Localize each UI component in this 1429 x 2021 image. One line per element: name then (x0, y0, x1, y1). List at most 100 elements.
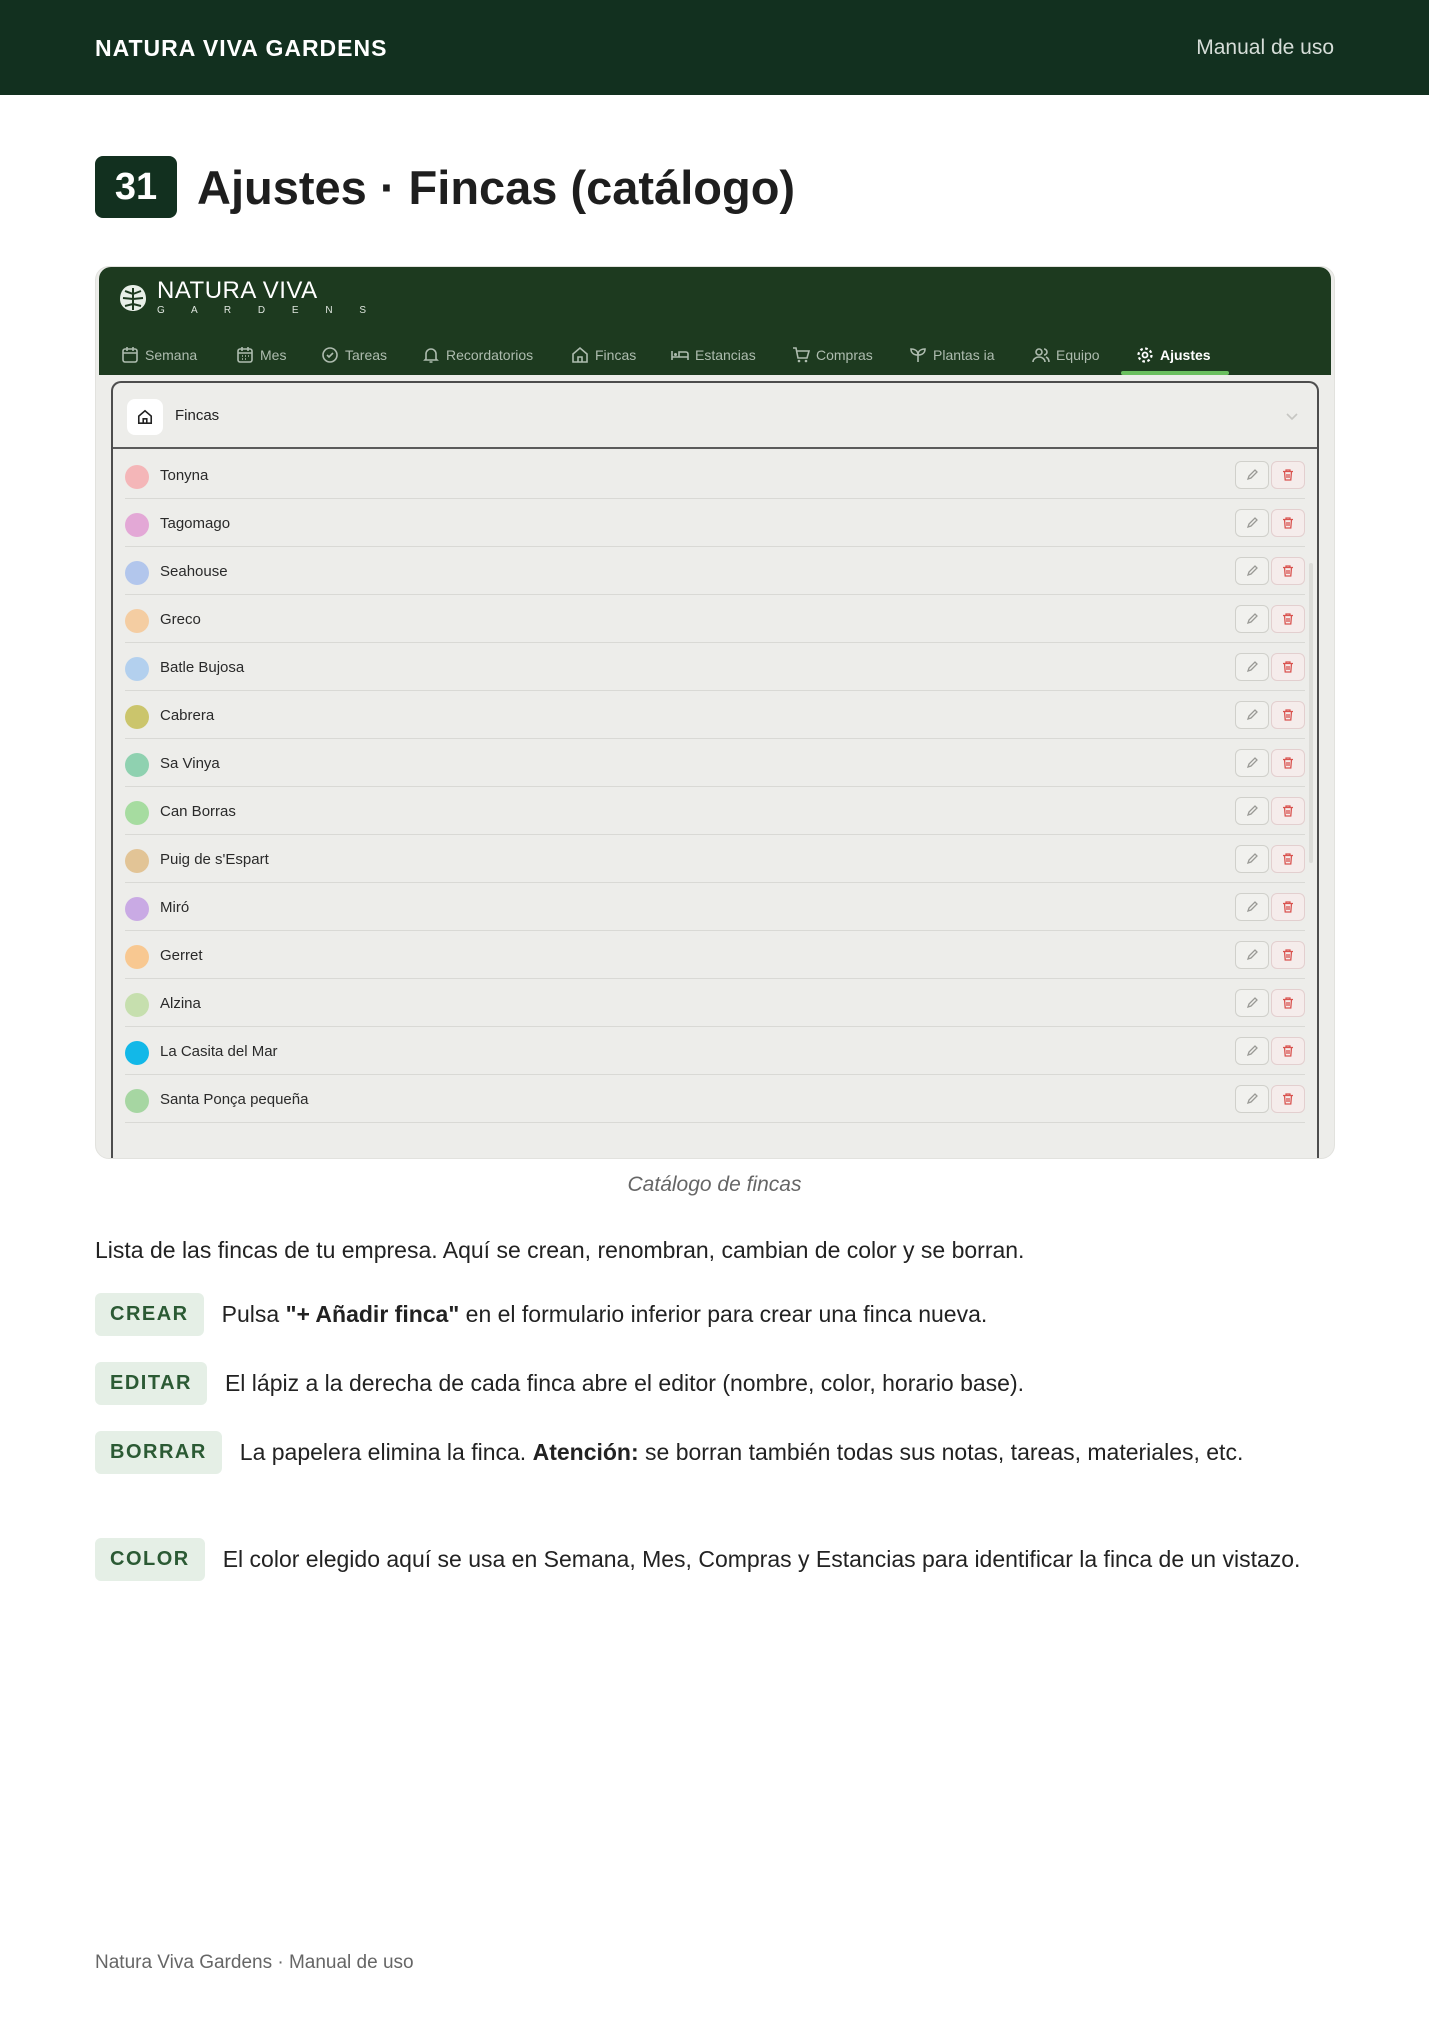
nav-semana[interactable]: Semana (121, 335, 197, 375)
edit-button[interactable] (1235, 701, 1269, 729)
edit-button[interactable] (1235, 461, 1269, 489)
main-nav: Semana Mes Tareas Recordatorios Fincas E… (99, 335, 1331, 375)
finca-name: Sa Vinya (160, 755, 220, 772)
finca-color-dot (125, 1041, 149, 1065)
figure-caption: Catálogo de fincas (627, 1173, 802, 1196)
finca-name: Tagomago (160, 515, 231, 532)
app-logo[interactable]: NATURA VIVA G A R D E N S (117, 279, 378, 316)
edit-button[interactable] (1235, 845, 1269, 873)
edit-button[interactable] (1235, 1037, 1269, 1065)
nav-compras[interactable]: Compras (792, 335, 873, 375)
trash-icon (1281, 804, 1295, 818)
edit-button[interactable] (1235, 557, 1269, 585)
finca-color-dot (125, 465, 149, 489)
delete-button[interactable] (1271, 557, 1305, 585)
brand-title: NATURA VIVA GARDENS (95, 35, 388, 61)
trash-icon (1281, 708, 1295, 722)
delete-button[interactable] (1271, 701, 1305, 729)
borrar-text-before: La papelera elimina la finca. (239, 1439, 533, 1465)
finca-row: La Casita del Mar (125, 1027, 1305, 1075)
finca-row: Greco (125, 595, 1305, 643)
delete-button[interactable] (1271, 797, 1305, 825)
finca-color-dot (125, 753, 149, 777)
intro-paragraph: Lista de las fincas de tu empresa. Aquí … (95, 1237, 1025, 1263)
nav-tareas[interactable]: Tareas (321, 335, 387, 375)
delete-button[interactable] (1271, 605, 1305, 633)
delete-button[interactable] (1271, 941, 1305, 969)
color-tag: COLOR (95, 1538, 205, 1581)
finca-name: Alzina (160, 995, 201, 1012)
finca-color-dot (125, 561, 149, 585)
top-bar: NATURA VIVA GARDENS Manual de uso (0, 0, 1429, 95)
delete-button[interactable] (1271, 893, 1305, 921)
page-title: Ajustes · Fincas (catálogo) (197, 160, 796, 214)
pencil-icon (1245, 1092, 1259, 1106)
cart-icon (793, 347, 810, 363)
pencil-icon (1245, 948, 1259, 962)
nav-label: Plantas ia (933, 347, 995, 363)
bed-icon (671, 351, 689, 360)
users-icon (1032, 348, 1050, 363)
nav-fincas[interactable]: Fincas (571, 335, 636, 375)
editar-tag: EDITAR (95, 1362, 207, 1405)
finca-row: Sa Vinya (125, 739, 1305, 787)
trash-icon (1281, 852, 1295, 866)
finca-name: Can Borras (160, 803, 236, 820)
finca-name: Tonyna (160, 467, 209, 484)
manual-label: Manual de uso (1196, 36, 1334, 59)
home-icon (127, 399, 163, 435)
chevron-down-icon[interactable] (1285, 409, 1299, 423)
finca-row: Puig de s'Espart (125, 835, 1305, 883)
finca-color-dot (125, 609, 149, 633)
fincas-panel-header[interactable]: Fincas (113, 383, 1317, 449)
nav-equipo[interactable]: Equipo (1032, 335, 1100, 375)
finca-row: Cabrera (125, 691, 1305, 739)
finca-color-dot (125, 705, 149, 729)
edit-button[interactable] (1235, 941, 1269, 969)
delete-button[interactable] (1271, 1085, 1305, 1113)
pencil-icon (1245, 900, 1259, 914)
home-icon (572, 346, 588, 363)
edit-button[interactable] (1235, 1085, 1269, 1113)
delete-button[interactable] (1271, 461, 1305, 489)
edit-button[interactable] (1235, 749, 1269, 777)
nav-plantas-ia[interactable]: Plantas ia (909, 335, 994, 375)
delete-button[interactable] (1271, 749, 1305, 777)
section-number-badge: 31 (95, 156, 177, 218)
app-screenshot: NATURA VIVA G A R D E N S Semana Mes Tar… (95, 266, 1335, 1159)
scrollbar[interactable] (1309, 563, 1313, 863)
nav-recordatorios[interactable]: Recordatorios (422, 335, 533, 375)
delete-button[interactable] (1271, 509, 1305, 537)
edit-button[interactable] (1235, 653, 1269, 681)
finca-name: Santa Ponça pequeña (160, 1091, 309, 1108)
nav-label: Equipo (1056, 347, 1100, 363)
gear-icon (1137, 347, 1153, 363)
edit-button[interactable] (1235, 893, 1269, 921)
editar-text: El lápiz a la derecha de cada finca abre… (224, 1370, 1025, 1396)
finca-row: Tagomago (125, 499, 1305, 547)
nav-label: Mes (260, 347, 287, 363)
edit-button[interactable] (1235, 797, 1269, 825)
pencil-icon (1245, 1044, 1259, 1058)
trash-icon (1281, 516, 1295, 530)
delete-button[interactable] (1271, 653, 1305, 681)
delete-button[interactable] (1271, 845, 1305, 873)
delete-button[interactable] (1271, 989, 1305, 1017)
edit-button[interactable] (1235, 605, 1269, 633)
nav-ajustes[interactable]: Ajustes (1136, 335, 1211, 375)
delete-button[interactable] (1271, 1037, 1305, 1065)
finca-row: Seahouse (125, 547, 1305, 595)
edit-button[interactable] (1235, 989, 1269, 1017)
nav-label: Estancias (695, 347, 756, 363)
crear-text-before: Pulsa (221, 1301, 286, 1327)
borrar-paragraph: BORRAR La papelera elimina la finca. Aten… (95, 1431, 1335, 1474)
nav-mes[interactable]: Mes (236, 335, 286, 375)
finca-color-dot (125, 513, 149, 537)
section-heading: 31 Ajustes · Fincas (catálogo) (95, 156, 795, 218)
pencil-icon (1245, 852, 1259, 866)
edit-button[interactable] (1235, 509, 1269, 537)
finca-name: Puig de s'Espart (160, 851, 269, 868)
borrar-tag: BORRAR (95, 1431, 222, 1474)
nav-estancias[interactable]: Estancias (671, 335, 756, 375)
trash-icon (1281, 564, 1295, 578)
